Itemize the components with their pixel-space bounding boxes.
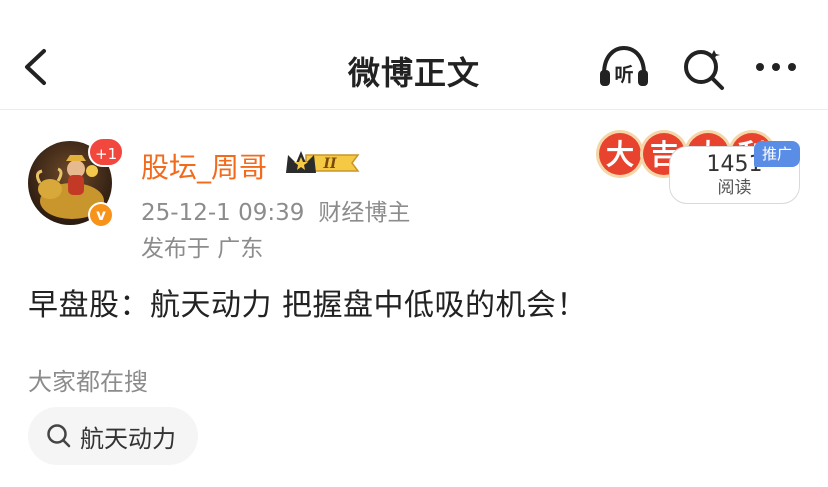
vip-level: II xyxy=(322,156,337,172)
trending-label: 大家都在搜 xyxy=(28,368,148,396)
listen-button[interactable]: 听 xyxy=(596,42,652,92)
search-button[interactable] xyxy=(676,42,732,92)
more-dots-icon xyxy=(756,63,796,71)
top-nav-bar: 微博正文 听 xyxy=(0,0,828,110)
author-avatar[interactable]: +1 v xyxy=(28,137,125,228)
listen-headphones-icon: 听 xyxy=(600,45,648,86)
listen-label: 听 xyxy=(614,63,633,86)
promo-tag[interactable]: 推广 xyxy=(754,141,800,167)
trending-search-chip[interactable]: 航天动力 xyxy=(28,407,198,465)
post-meta: 25-12-1 09:39 财经博主 xyxy=(141,193,410,227)
search-icon xyxy=(47,424,71,448)
vip-crown-icon: II xyxy=(286,151,360,173)
more-button[interactable] xyxy=(748,42,804,92)
author-name[interactable]: 股坛_周哥 xyxy=(141,146,267,186)
vip-badge[interactable]: II xyxy=(284,147,362,179)
verified-badge: v xyxy=(88,202,114,228)
avatar-notification-badge: +1 xyxy=(88,137,125,167)
search-icon xyxy=(684,50,724,90)
author-role: 财经博主 xyxy=(318,200,411,226)
post-content: 早盘股：航天动力 把握盘中低吸的机会！ xyxy=(28,288,588,323)
post-location: 发布于 广东 xyxy=(141,236,264,262)
read-label: 阅读 xyxy=(717,178,752,198)
trending-chip-label: 航天动力 xyxy=(80,424,176,453)
banner-char-1: 大 xyxy=(606,138,634,171)
post-timestamp: 25-12-1 09:39 xyxy=(141,200,305,226)
